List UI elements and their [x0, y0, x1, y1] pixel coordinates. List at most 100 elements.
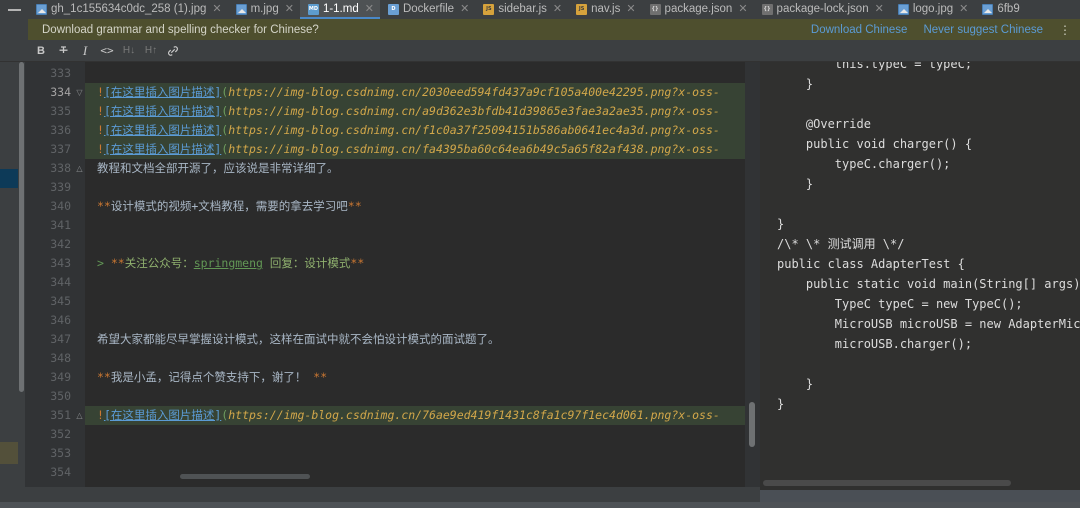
- code-fold-icon[interactable]: △: [75, 406, 84, 425]
- code-button[interactable]: <>: [96, 41, 118, 61]
- preview-panel[interactable]: this.typeC = typeC; } @Override public v…: [760, 62, 1080, 508]
- editor-tab[interactable]: D Dockerfile ✕: [379, 0, 476, 19]
- editor-tab[interactable]: MD 1-1.md ✕: [299, 0, 380, 19]
- editor-line[interactable]: ![在这里插入图片描述](https://img-blog.csdnimg.cn…: [85, 140, 760, 159]
- editor-line[interactable]: **我是小孟，记得点个赞支持下，谢了！ **: [85, 368, 760, 387]
- close-icon[interactable]: ✕: [626, 0, 635, 19]
- editor-line[interactable]: [85, 463, 760, 482]
- ide-window: gh_1c155634c0dc_258 (1).jpg ✕ m.jpg ✕ MD 1-1.…: [0, 0, 1080, 508]
- json-file-icon: {}: [649, 4, 661, 15]
- gutter-line-number: 335: [50, 104, 71, 118]
- gutter-line-number: 333: [50, 66, 71, 80]
- preview-code-line: [760, 194, 1080, 214]
- code-token: https://img-blog.csdnimg.cn/fa4395ba60c6…: [228, 142, 720, 156]
- close-icon[interactable]: ✕: [285, 0, 294, 19]
- never-suggest-chinese-link[interactable]: Never suggest Chinese: [923, 24, 1043, 36]
- editor-code-area[interactable]: ![在这里插入图片描述](https://img-blog.csdnimg.cn…: [85, 62, 760, 487]
- editor-line[interactable]: **设计模式的视频+文档教程，需要的拿去学习吧**: [85, 197, 760, 216]
- docker-file-icon: D: [387, 4, 399, 15]
- close-icon[interactable]: ✕: [553, 0, 562, 19]
- editor-tab[interactable]: gh_1c155634c0dc_258 (1).jpg ✕: [28, 0, 228, 19]
- preview-code-line: [760, 94, 1080, 114]
- editor-tab-label: gh_1c155634c0dc_258 (1).jpg: [51, 3, 207, 15]
- editor-tab[interactable]: JS sidebar.js ✕: [475, 0, 569, 19]
- editor-line[interactable]: [85, 216, 760, 235]
- gutter-line-number: 350: [50, 389, 71, 403]
- gutter-line-number: 344: [50, 275, 71, 289]
- outer-scrollbar-thumb[interactable]: [19, 62, 24, 392]
- editor-line[interactable]: ![在这里插入图片描述](https://img-blog.csdnimg.cn…: [85, 102, 760, 121]
- editor-line[interactable]: [85, 235, 760, 254]
- editor-tab[interactable]: {} package-lock.json ✕: [753, 0, 890, 19]
- editor-line[interactable]: 希望大家都能尽早掌握设计模式，这样在面试中就不会怕设计模式的面试题了。: [85, 330, 760, 349]
- editor-line[interactable]: [85, 178, 760, 197]
- main-menu-icon[interactable]: [0, 0, 28, 19]
- preview-horizontal-scrollbar[interactable]: [763, 480, 1011, 486]
- editor-tab[interactable]: m.jpg ✕: [227, 0, 300, 19]
- gutter-line-number: 345: [50, 294, 71, 308]
- editor-tab-bar: gh_1c155634c0dc_258 (1).jpg ✕ m.jpg ✕ MD 1-1.…: [0, 0, 1080, 20]
- close-icon[interactable]: ✕: [738, 0, 747, 19]
- close-icon[interactable]: ✕: [959, 0, 968, 19]
- editor-line[interactable]: [85, 64, 760, 83]
- italic-button[interactable]: I: [74, 41, 96, 61]
- code-token: >: [97, 256, 111, 270]
- notification-actions: Download Chinese Never suggest Chinese ⋮: [811, 23, 1080, 37]
- preview-code-line: }: [777, 377, 814, 391]
- close-icon[interactable]: ✕: [365, 0, 374, 19]
- editor-gutter[interactable]: 333 334 ▽ 335 336 337 338 △ 339 340 341 342 343 344 34…: [25, 62, 85, 487]
- editor-line[interactable]: [85, 444, 760, 463]
- editor-line[interactable]: [85, 349, 760, 368]
- preview-code-line: [760, 354, 1080, 374]
- bold-button[interactable]: B: [30, 41, 52, 61]
- editor-line[interactable]: [85, 425, 760, 444]
- code-token: **: [347, 199, 362, 213]
- image-file-icon: [982, 4, 994, 15]
- preview-code-line: public static void main(String[] args) {: [777, 277, 1080, 291]
- image-file-icon: [235, 4, 247, 15]
- editor-line[interactable]: [85, 387, 760, 406]
- editor-vertical-scrollbar-thumb[interactable]: [749, 402, 755, 447]
- code-token: **: [97, 199, 111, 213]
- gutter-line-number: 343: [50, 256, 71, 270]
- editor-line[interactable]: [85, 311, 760, 330]
- editor-vertical-scrollbar[interactable]: [745, 62, 760, 487]
- code-fold-icon[interactable]: ▽: [75, 83, 84, 102]
- code-token: 我是小孟，记得点个赞支持下，谢了！: [110, 370, 314, 384]
- editor-line[interactable]: [85, 273, 760, 292]
- editor-line[interactable]: ![在这里插入图片描述](https://img-blog.csdnimg.cn…: [85, 83, 760, 102]
- heading-down-button[interactable]: H↓: [118, 41, 140, 61]
- editor-line[interactable]: ![在这里插入图片描述](https://img-blog.csdnimg.cn…: [85, 406, 760, 425]
- editor-tab-label: package-lock.json: [776, 3, 869, 15]
- editor-line[interactable]: 教程和文档全部开源了，应该说是非常详细了。: [85, 159, 760, 178]
- download-chinese-link[interactable]: Download Chinese: [811, 24, 908, 36]
- heading-up-button[interactable]: H↑: [140, 41, 162, 61]
- image-file-icon: [897, 4, 909, 15]
- link-button[interactable]: [162, 41, 184, 61]
- notification-more-icon[interactable]: ⋮: [1059, 23, 1076, 37]
- strikethrough-button[interactable]: [52, 41, 74, 61]
- editor-line[interactable]: [85, 292, 760, 311]
- preview-code-line: typeC.charger();: [777, 157, 951, 171]
- gutter-line-number: 337: [50, 142, 71, 156]
- editor-horizontal-scrollbar[interactable]: [180, 474, 310, 479]
- editor-tab[interactable]: {} package.json ✕: [641, 0, 754, 19]
- close-icon[interactable]: ✕: [875, 0, 884, 19]
- gutter-line-number: 341: [50, 218, 71, 232]
- outer-vertical-scrollbar[interactable]: [18, 62, 25, 487]
- editor-line[interactable]: > **关注公众号：springmeng 回复：设计模式**: [85, 254, 760, 273]
- close-icon[interactable]: ✕: [212, 0, 221, 19]
- editor-tab-label: package.json: [664, 3, 733, 15]
- editor-tab[interactable]: JS nav.js ✕: [568, 0, 642, 19]
- code-fold-icon[interactable]: △: [75, 159, 84, 178]
- gutter-line-number: 342: [50, 237, 71, 251]
- left-strip-highlight-blue: [0, 169, 18, 188]
- gutter-line-number: 351: [50, 408, 71, 422]
- editor-tab[interactable]: logo.jpg ✕: [889, 0, 975, 19]
- close-icon[interactable]: ✕: [460, 0, 469, 19]
- markdown-editor[interactable]: 333 334 ▽ 335 336 337 338 △ 339 340 341 342 343 344 34…: [25, 62, 760, 487]
- editor-line[interactable]: ![在这里插入图片描述](https://img-blog.csdnimg.cn…: [85, 121, 760, 140]
- code-token: springmeng: [193, 256, 263, 270]
- editor-tab[interactable]: 6fb9: [974, 0, 1026, 19]
- code-token: https://img-blog.csdnimg.cn/76ae9ed419f1…: [228, 408, 720, 422]
